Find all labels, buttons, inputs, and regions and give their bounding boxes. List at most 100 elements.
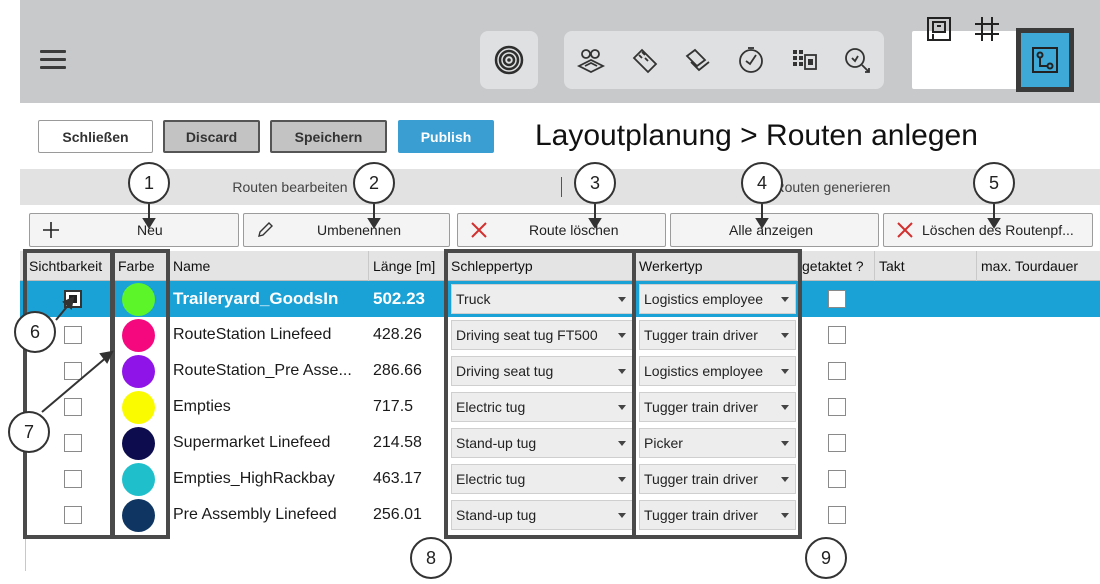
chevron-down-icon — [618, 477, 626, 482]
visibility-cell — [64, 317, 94, 353]
show-all-button[interactable]: Alle anzeigen — [670, 213, 879, 247]
close-button[interactable]: Schließen — [38, 120, 153, 153]
tug-type-dropdown[interactable]: Driving seat tug FT500 — [451, 320, 633, 350]
tug-type-dropdown[interactable]: Electric tug — [451, 392, 633, 422]
col-tug-type[interactable]: Schleppertyp — [447, 251, 635, 281]
route-name[interactable]: Supermarket Linefeed — [173, 425, 371, 461]
layers-icon[interactable] — [678, 41, 716, 79]
publish-button[interactable]: Publish — [398, 120, 494, 153]
tug-type-dropdown[interactable]: Stand-up tug — [451, 428, 633, 458]
visibility-cell — [64, 353, 94, 389]
tug-type-value: Driving seat tug — [456, 363, 554, 379]
hamburger-icon[interactable] — [40, 50, 66, 70]
clocked-cell — [828, 389, 858, 425]
new-route-button[interactable]: Neu — [29, 213, 239, 247]
clocked-checkbox[interactable] — [828, 362, 846, 380]
visibility-checkbox[interactable] — [64, 470, 82, 488]
color-cell — [122, 281, 162, 317]
radar-icon[interactable] — [490, 41, 528, 79]
table-row[interactable]: Pre Assembly Linefeed 256.01 Stand-up tug T… — [20, 497, 1100, 533]
col-worker-type[interactable]: Werkertyp — [635, 251, 798, 281]
table-row[interactable]: Traileryard_GoodsIn 502.23 Truck Logistics … — [20, 281, 1100, 317]
tab-generate-routes[interactable]: Routen generieren — [565, 169, 1100, 205]
visibility-checkbox[interactable] — [64, 506, 82, 524]
shapes-icon[interactable] — [572, 41, 610, 79]
route-color-swatch[interactable] — [122, 318, 155, 352]
table-row[interactable]: Supermarket Linefeed 214.58 Stand-up tug Pi… — [20, 425, 1100, 461]
worker-type-value: Tugger train driver — [644, 327, 758, 343]
clocked-checkbox[interactable] — [828, 398, 846, 416]
route-color-swatch[interactable] — [122, 426, 155, 460]
callout-5: 5 — [973, 162, 1015, 204]
table-row[interactable]: Empties_HighRackbay 463.17 Electric tug Tug… — [20, 461, 1100, 497]
tug-type-dropdown[interactable]: Electric tug — [451, 464, 633, 494]
floorplan-view-icon[interactable] — [920, 10, 958, 48]
color-cell — [122, 353, 162, 389]
chevron-down-icon — [781, 513, 789, 518]
worker-type-dropdown[interactable]: Tugger train driver — [639, 392, 796, 422]
route-name[interactable]: Traileryard_GoodsIn — [173, 281, 371, 317]
route-color-swatch[interactable] — [122, 462, 155, 496]
delete-route-button[interactable]: Route löschen — [457, 213, 666, 247]
discard-button[interactable]: Discard — [163, 120, 260, 153]
route-name[interactable]: Empties_HighRackbay — [173, 461, 371, 497]
route-name[interactable]: Pre Assembly Linefeed — [173, 497, 371, 533]
col-max-tour[interactable]: max. Tourdauer — [977, 251, 1100, 281]
col-color[interactable]: Farbe — [114, 251, 169, 281]
worker-type-dropdown[interactable]: Tugger train driver — [639, 320, 796, 350]
toolbar-group-analysis — [480, 31, 538, 89]
route-color-swatch[interactable] — [122, 390, 155, 424]
clocked-checkbox[interactable] — [828, 290, 846, 308]
col-length[interactable]: Länge [m] — [369, 251, 447, 281]
clocked-checkbox[interactable] — [828, 506, 846, 524]
save-button[interactable]: Speichern — [270, 120, 387, 153]
visibility-checkbox[interactable] — [64, 398, 82, 416]
col-name[interactable]: Name — [169, 251, 369, 281]
table-row[interactable]: Empties 717.5 Electric tug Tugger train dri… — [20, 389, 1100, 425]
grid-table-icon[interactable] — [785, 41, 823, 79]
table-row[interactable]: RouteStation_Pre Asse... 286.66 Driving se… — [20, 353, 1100, 389]
rename-route-button[interactable]: Umbenennen — [243, 213, 450, 247]
route-name[interactable]: Empties — [173, 389, 371, 425]
tab-edit-routes[interactable]: Routen bearbeiten — [20, 169, 560, 205]
route-color-swatch[interactable] — [122, 282, 155, 316]
visibility-checkbox[interactable] — [64, 434, 82, 452]
worker-type-value: Picker — [644, 435, 683, 451]
callout-2: 2 — [353, 162, 395, 204]
worker-type-dropdown[interactable]: Picker — [639, 428, 796, 458]
tug-type-dropdown[interactable]: Driving seat tug — [451, 356, 633, 386]
table-row[interactable]: RouteStation Linefeed 428.26 Driving seat … — [20, 317, 1100, 353]
clock-icon[interactable] — [732, 41, 770, 79]
route-color-swatch[interactable] — [122, 354, 155, 388]
col-clocked[interactable]: getaktet ? — [798, 251, 875, 281]
clocked-cell — [828, 461, 858, 497]
tug-type-dropdown[interactable]: Stand-up tug — [451, 500, 633, 530]
route-view-icon[interactable] — [1016, 28, 1074, 92]
worker-type-dropdown[interactable]: Logistics employee — [639, 284, 796, 314]
search-route-icon[interactable] — [838, 41, 876, 79]
col-visibility[interactable]: Sichtbarkeit — [26, 251, 114, 281]
clocked-checkbox[interactable] — [828, 326, 846, 344]
worker-type-value: Tugger train driver — [644, 471, 758, 487]
delete-route-path-button[interactable]: Löschen des Routenpf... — [883, 213, 1093, 247]
tug-type-dropdown[interactable]: Truck — [451, 284, 633, 314]
col-cycle[interactable]: Takt — [875, 251, 977, 281]
visibility-checkbox[interactable] — [64, 326, 82, 344]
visibility-checkbox[interactable] — [64, 362, 82, 380]
route-length: 502.23 — [373, 289, 425, 308]
ruler-icon[interactable] — [625, 41, 663, 79]
grid-view-icon[interactable] — [968, 10, 1006, 48]
worker-type-dropdown[interactable]: Tugger train driver — [639, 500, 796, 530]
clocked-checkbox[interactable] — [828, 434, 846, 452]
color-cell — [122, 461, 162, 497]
route-name[interactable]: RouteStation Linefeed — [173, 317, 371, 353]
visibility-cell — [64, 389, 94, 425]
worker-type-dropdown[interactable]: Tugger train driver — [639, 464, 796, 494]
worker-type-dropdown[interactable]: Logistics employee — [639, 356, 796, 386]
clocked-checkbox[interactable] — [828, 470, 846, 488]
route-name[interactable]: RouteStation_Pre Asse... — [173, 353, 371, 389]
route-color-swatch[interactable] — [122, 498, 155, 532]
visibility-checkbox[interactable] — [64, 290, 82, 308]
tug-type-value: Electric tug — [456, 399, 526, 415]
chevron-down-icon — [618, 297, 626, 302]
